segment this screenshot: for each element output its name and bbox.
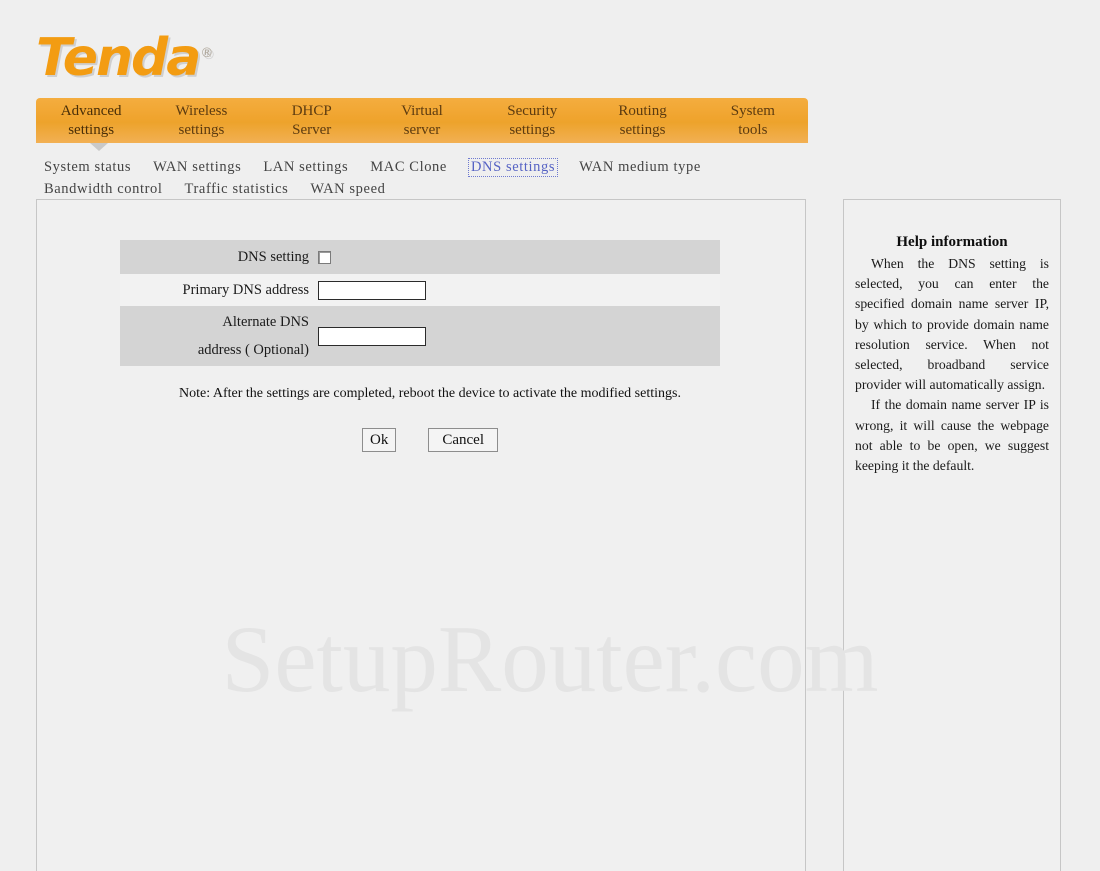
tab-system-tools[interactable]: System tools xyxy=(698,102,808,140)
help-paragraph-2: If the domain name server IP is wrong, i… xyxy=(855,397,1049,474)
alternate-dns-label-line2: address ( Optional) xyxy=(197,342,309,358)
ok-button[interactable]: Ok xyxy=(362,428,397,452)
tenda-logo: Tenda® xyxy=(36,32,213,84)
tab-virtual-server-line2: server xyxy=(403,121,441,138)
tab-virtual-server[interactable]: Virtual server xyxy=(367,102,477,140)
tab-dhcp-server-line1: DHCP xyxy=(291,102,332,119)
sidebar-item-wan-medium-type[interactable]: WAN medium type xyxy=(579,159,701,176)
sidebar-item-bandwidth-control[interactable]: Bandwidth control xyxy=(44,181,163,198)
main-tab-bar: Advanced settings Wireless settings DHCP… xyxy=(36,98,808,143)
form-row-dns-setting: DNS setting xyxy=(120,240,720,274)
primary-dns-label: Primary DNS address xyxy=(182,282,309,298)
help-panel: Help information When the DNS setting is… xyxy=(843,199,1061,871)
help-panel-content: Help information When the DNS setting is… xyxy=(844,200,1060,476)
dns-setting-field xyxy=(318,250,720,264)
tab-dhcp-server-line2: Server xyxy=(292,121,332,138)
sidebar-item-dns-settings[interactable]: DNS settings xyxy=(467,157,559,177)
tab-wireless-settings-line1: Wireless xyxy=(175,102,228,119)
tenda-logo-text: Tenda xyxy=(36,28,201,88)
sub-nav-row-1: System status WAN settings LAN settings … xyxy=(44,156,808,178)
tab-advanced-settings-line2: settings xyxy=(68,121,115,138)
form-row-primary-dns: Primary DNS address xyxy=(120,274,720,306)
sub-nav-row-2: Bandwidth control Traffic statistics WAN… xyxy=(44,178,808,200)
help-paragraph-1: When the DNS setting is selected, you ca… xyxy=(855,256,1049,393)
sub-navigation: System status WAN settings LAN settings … xyxy=(44,156,808,200)
tab-routing-settings-line2: settings xyxy=(619,121,666,138)
tab-system-tools-line2: tools xyxy=(738,121,768,138)
tab-routing-settings[interactable]: Routing settings xyxy=(587,102,697,140)
sidebar-item-wan-speed[interactable]: WAN speed xyxy=(310,181,385,198)
alternate-dns-field xyxy=(318,326,720,346)
alternate-dns-input[interactable] xyxy=(318,326,426,346)
form-button-bar: Ok Cancel xyxy=(120,428,740,452)
main-content-panel: DNS setting Primary DNS address Alternat… xyxy=(36,199,806,871)
dns-settings-form: DNS setting Primary DNS address Alternat… xyxy=(120,240,720,366)
sidebar-item-wan-settings[interactable]: WAN settings xyxy=(153,159,241,176)
tab-dhcp-server[interactable]: DHCP Server xyxy=(257,102,367,140)
tab-wireless-settings-line2: settings xyxy=(178,121,225,138)
alternate-dns-label-line1: Alternate DNS xyxy=(222,314,309,330)
alternate-dns-label: Alternate DNS address ( Optional) xyxy=(120,308,318,364)
brand-logo-area: Tenda® xyxy=(36,22,213,84)
registered-trademark-icon: ® xyxy=(200,45,214,61)
tab-advanced-settings[interactable]: Advanced settings xyxy=(36,102,146,140)
settings-note: Note: After the settings are completed, … xyxy=(179,386,681,401)
primary-dns-field xyxy=(318,280,720,300)
form-row-alternate-dns: Alternate DNS address ( Optional) xyxy=(120,306,720,366)
dns-setting-checkbox[interactable] xyxy=(318,250,331,264)
tab-virtual-server-line1: Virtual xyxy=(401,102,443,119)
dns-setting-label: DNS setting xyxy=(237,249,309,265)
active-tab-arrow-icon xyxy=(90,143,108,151)
tab-system-tools-line1: System xyxy=(730,102,775,119)
help-panel-title: Help information xyxy=(896,234,1008,250)
tab-security-settings-line2: settings xyxy=(509,121,556,138)
tab-wireless-settings[interactable]: Wireless settings xyxy=(146,102,256,140)
tab-routing-settings-line1: Routing xyxy=(618,102,667,119)
tab-security-settings-line1: Security xyxy=(507,102,558,119)
primary-dns-input[interactable] xyxy=(318,280,426,300)
tab-advanced-settings-line1: Advanced xyxy=(60,102,122,119)
cancel-button[interactable]: Cancel xyxy=(428,428,498,452)
sidebar-item-traffic-statistics[interactable]: Traffic statistics xyxy=(185,181,289,198)
sidebar-item-lan-settings[interactable]: LAN settings xyxy=(263,159,348,176)
sidebar-item-system-status[interactable]: System status xyxy=(44,159,131,176)
tab-security-settings[interactable]: Security settings xyxy=(477,102,587,140)
sidebar-item-mac-clone[interactable]: MAC Clone xyxy=(370,159,447,176)
